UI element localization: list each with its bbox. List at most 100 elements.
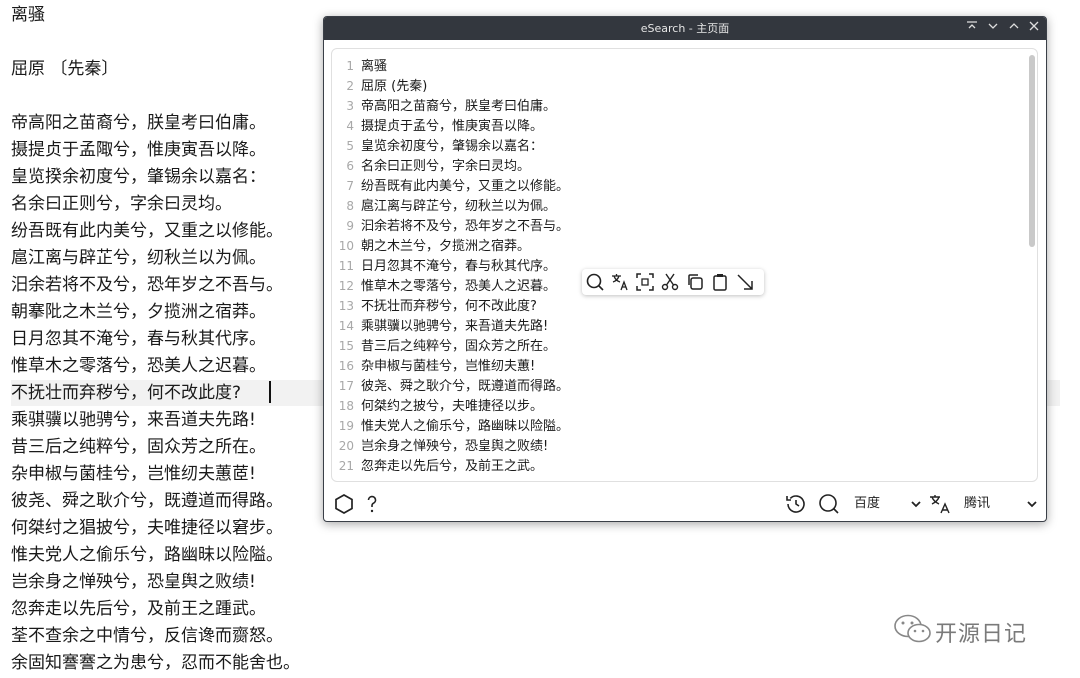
doc-line: 摄提贞于孟陬兮，惟庚寅吾以降。 <box>11 140 266 160</box>
watermark: 开源日记 <box>893 612 1026 648</box>
editor-line: 21 忽奔走以先后兮，及前王之武。 <box>332 456 543 476</box>
line-number: 6 <box>346 159 354 173</box>
copy-button[interactable] <box>685 272 705 292</box>
paste-button[interactable] <box>710 272 730 292</box>
doc-line: 帝高阳之苗裔兮，朕皇考曰伯庸。 <box>11 113 266 133</box>
doc-author: 屈原 〔先秦〕 <box>11 59 119 79</box>
copy-icon <box>688 274 703 290</box>
line-number: 14 <box>338 319 354 333</box>
line-text: 何桀约之披兮，夫唯捷径以步。 <box>361 399 544 414</box>
window-title: eSearch - 主页面 <box>640 22 730 35</box>
line-text: 惟草木之零落兮，恐美人之迟暮。 <box>361 279 557 294</box>
line-text: 屈原 (先秦) <box>361 79 428 94</box>
help-button[interactable] <box>360 492 384 516</box>
line-text: 彼尧、舜之耿介兮，既遵道而得路。 <box>361 379 570 394</box>
editor-line: 15 昔三后之纯粹兮，固众芳之所在。 <box>332 336 556 356</box>
search-icon <box>586 273 604 291</box>
line-number: 18 <box>338 399 354 413</box>
selection-toolbar <box>582 269 764 295</box>
title-bar[interactable]: eSearch - 主页面 <box>324 17 1046 40</box>
line-number: 2 <box>346 79 354 93</box>
history-button[interactable] <box>784 492 808 516</box>
translate-button[interactable] <box>610 272 630 292</box>
question-icon <box>367 495 377 513</box>
line-text: 纷吾既有此内美兮，又重之以修能。 <box>361 179 570 194</box>
esearch-window: eSearch - 主页面 1 离骚 2 屈原 (先秦) 3 帝高阳之苗裔兮，朕皇考曰… <box>323 16 1047 522</box>
chevron-down-icon <box>911 501 921 508</box>
doc-line: 惟草木之零落兮，恐美人之迟暮。 <box>11 356 266 376</box>
line-number: 3 <box>346 99 354 113</box>
translate-icon <box>930 495 950 514</box>
line-number: 21 <box>338 459 354 473</box>
doc-line: 杂申椒与菌桂兮，岂惟纫夫蕙茝! <box>11 464 256 484</box>
line-number: 7 <box>346 179 354 193</box>
close-icon <box>1029 21 1039 31</box>
keep-above-button[interactable] <box>962 17 982 40</box>
translate-engine-select[interactable]: 腾讯 <box>964 494 990 514</box>
line-number: 15 <box>338 339 354 353</box>
line-text: 日月忽其不淹兮，春与秋其代序。 <box>361 259 557 274</box>
editor-line: 12 惟草木之零落兮，恐美人之迟暮。 <box>332 276 556 296</box>
line-text: 帝高阳之苗裔兮，朕皇考曰伯庸。 <box>361 99 557 114</box>
search-button[interactable] <box>585 272 605 292</box>
editor-line: 18 何桀约之披兮，夫唯捷径以步。 <box>332 396 543 416</box>
line-number: 20 <box>338 439 354 453</box>
doc-line: 扈江离与辟芷兮，纫秋兰以为佩。 <box>11 248 266 268</box>
doc-line: 日月忽其不淹兮，春与秋其代序。 <box>11 329 266 349</box>
search-engine-dropdown[interactable] <box>904 492 928 516</box>
hexagon-icon <box>335 494 353 514</box>
chevron-down-icon <box>988 23 998 29</box>
doc-line: 忽奔走以先后兮，及前王之踵武。 <box>11 599 266 619</box>
line-text: 昔三后之纯粹兮，固众芳之所在。 <box>361 339 557 354</box>
line-text: 名余曰正则兮，字余曰灵均。 <box>361 159 531 174</box>
cut-button[interactable] <box>660 272 680 292</box>
line-text: 皇览余初度兮，肇锡余以嘉名： <box>361 139 544 154</box>
text-editor[interactable]: 1 离骚 2 屈原 (先秦) 3 帝高阳之苗裔兮，朕皇考曰伯庸。 4 摄提贞于孟兮，惟庚… <box>331 48 1038 482</box>
editor-line: 3 帝高阳之苗裔兮，朕皇考曰伯庸。 <box>332 96 556 116</box>
editor-line: 13 不抚壮而弃秽兮，何不改此度? <box>332 296 537 316</box>
doc-line: 惟夫党人之偷乐兮，路幽昧以险隘。 <box>11 545 283 565</box>
close-button[interactable] <box>1024 17 1044 40</box>
translate-engine-dropdown[interactable] <box>1020 492 1044 516</box>
search-engine-select[interactable]: 百度 <box>854 494 880 514</box>
minimize-button[interactable] <box>983 17 1003 40</box>
doc-line: 荃不查余之中情兮，反信谗而齌怒。 <box>11 626 283 646</box>
line-number: 9 <box>346 219 354 233</box>
doc-line: 朝搴阰之木兰兮，夕揽洲之宿莽。 <box>11 302 266 322</box>
scrollbar-thumb[interactable] <box>1029 55 1035 247</box>
line-number: 8 <box>346 199 354 213</box>
translate-run-button[interactable] <box>928 492 952 516</box>
wechat-icon <box>894 614 931 643</box>
line-text: 离骚 <box>361 59 388 74</box>
editor-line: 17 彼尧、舜之耿介兮，既遵道而得路。 <box>332 376 569 396</box>
editor-line: 9 汩余若将不及兮，恐年岁之不吾与。 <box>332 216 569 236</box>
editor-line: 6 名余曰正则兮，字余曰灵均。 <box>332 156 530 176</box>
editor-line: 2 屈原 (先秦) <box>332 76 427 96</box>
doc-line: 汨余若将不及兮，恐年岁之不吾与。 <box>11 275 283 295</box>
editor-line: 4 摄提贞于孟兮，惟庚寅吾以降。 <box>332 116 543 136</box>
line-number: 16 <box>338 359 354 373</box>
line-text: 杂申椒与菌桂兮，岂惟纫夫蕙! <box>361 359 536 374</box>
editor-line: 7 纷吾既有此内美兮，又重之以修能。 <box>332 176 569 196</box>
doc-line: 皇览揆余初度兮，肇锡余以嘉名： <box>11 167 266 187</box>
search-run-button[interactable] <box>817 492 841 516</box>
delete-button[interactable] <box>735 272 755 292</box>
editor-line: 8 扈江离与辟芷兮，纫秋兰以为佩。 <box>332 196 556 216</box>
line-text: 惟夫党人之偷乐兮，路幽昧以险隘。 <box>361 419 570 434</box>
doc-line: 何桀纣之猖披兮，夫唯捷径以窘步。 <box>11 518 283 538</box>
editor-line: 14 乘骐骥以驰骋兮，来吾道夫先路! <box>332 316 549 336</box>
translate-icon <box>612 274 628 291</box>
editor-line: 19 惟夫党人之偷乐兮，路幽昧以险隘。 <box>332 416 569 436</box>
settings-button[interactable] <box>332 492 356 516</box>
line-text: 乘骐骥以驰骋兮，来吾道夫先路! <box>361 319 549 334</box>
doc-line: 彼尧、舜之耿介兮，既遵道而得路。 <box>11 491 283 511</box>
line-text: 摄提贞于孟兮，惟庚寅吾以降。 <box>361 119 544 134</box>
ocr-button[interactable] <box>635 272 655 292</box>
editor-line: 1 离骚 <box>332 56 387 76</box>
editor-line: 16 杂申椒与菌桂兮，岂惟纫夫蕙! <box>332 356 536 376</box>
line-text: 朝之木兰兮，夕揽洲之宿莽。 <box>361 239 531 254</box>
keep-above-icon <box>967 21 977 29</box>
maximize-button[interactable] <box>1004 17 1024 40</box>
editor-line: 11 日月忽其不淹兮，春与秋其代序。 <box>332 256 556 276</box>
line-number: 12 <box>338 279 354 293</box>
